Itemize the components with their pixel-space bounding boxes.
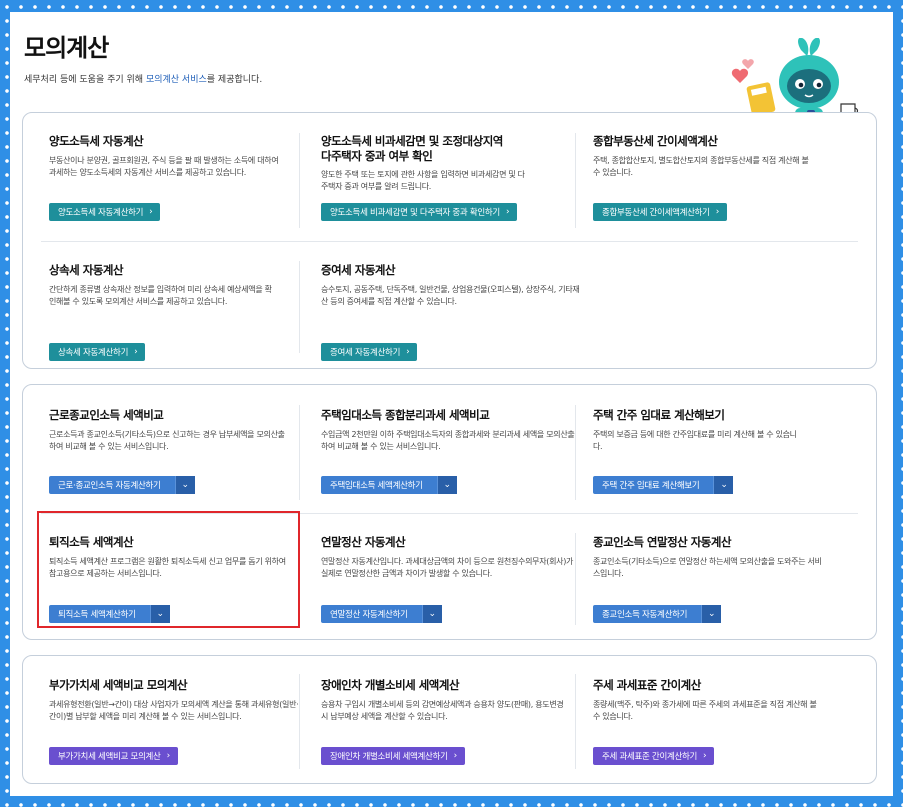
card-title: 주택임대소득 종합분리과세 세액비교 (321, 408, 490, 422)
card-title: 종합부동산세 간이세액계산 (593, 134, 718, 148)
section-property-tax: 양도소득세 자동계산 부동산이나 분양권, 골프회원권, 주식 등을 팔 때 발… (22, 112, 877, 369)
year-end-settlement-calc-button[interactable]: 연말정산 자동계산하기 ⌄ (321, 605, 442, 623)
chevron-right-icon: › (703, 751, 707, 761)
card-description: 과세유형전환(일반→간이) 대상 사업자가 모의세액 계산을 통해 과세유형(일… (49, 700, 299, 721)
card-description: 간단하게 종류별 상속재산 정보를 입력하여 미리 상속세 예상세액을 확인해볼… (49, 285, 272, 306)
chevron-right-icon: › (149, 207, 153, 217)
gift-tax-calc-button[interactable]: 증여세 자동계산하기 › (321, 343, 418, 361)
card-description: 부동산이나 분양권, 골프회원권, 주식 등을 팔 때 발생하는 소득에 대하여… (49, 156, 279, 177)
card-title: 양도소득세 자동계산 (49, 134, 144, 148)
highlight-box (37, 511, 300, 628)
card-capital-gains-tax: 양도소득세 자동계산 부동산이나 분양권, 골프회원권, 주식 등을 팔 때 발… (49, 134, 309, 178)
card-title: 주세 과세표준 간이계산 (593, 678, 701, 692)
card-deemed-rent: 주택 간주 임대료 계산해보기 주택의 보증금 등에 대한 간주임대료를 미리 … (593, 408, 853, 452)
card-housing-rental-income: 주택임대소득 종합분리과세 세액비교 수입금액 2천만원 이하 주택임대소득자의… (321, 408, 581, 452)
chevron-right-icon: › (406, 347, 410, 357)
card-title: 장애인차 개별소비세 세액계산 (321, 678, 460, 692)
deemed-rent-calc-button[interactable]: 주택 간주 임대료 계산해보기 ⌄ (593, 476, 734, 494)
religious-income-calc-button[interactable]: 종교인소득 자동계산하기 ⌄ (593, 605, 722, 623)
chevron-right-icon: › (166, 751, 171, 761)
chevron-down-icon[interactable]: ⌄ (174, 476, 195, 494)
card-inheritance-tax: 상속세 자동계산 간단하게 종류별 상속재산 정보를 입력하여 미리 상속세 예… (49, 263, 309, 307)
page-title: 모의계산 (24, 34, 109, 62)
chevron-right-icon: › (715, 207, 720, 217)
housing-rental-calc-button[interactable]: 주택임대소득 세액계산하기 ⌄ (321, 476, 457, 494)
chevron-down-icon[interactable]: ⌄ (436, 476, 457, 494)
main-panel: 모의계산 세무처리 등에 도움을 주기 위해 모의계산 서비스를 제공합니다. … (10, 12, 893, 796)
card-gift-tax: 증여세 자동계산 승수토지, 공동주택, 단독주택, 일반건물, 상업용건물(오… (321, 263, 581, 307)
vat-comparison-button[interactable]: 부가가치세 세액비교 모의계산 › (49, 747, 178, 765)
chevron-down-icon[interactable]: ⌄ (421, 605, 442, 623)
chevron-right-icon: › (453, 751, 458, 761)
card-description: 종교인소득(기타소득)으로 연말정산 하는세액 모의산출을 도와주는 서비스입니… (593, 557, 822, 578)
chevron-down-icon[interactable]: ⌄ (701, 605, 722, 623)
real-estate-tax-calc-button[interactable]: 종합부동산세 간이세액계산하기 › (593, 203, 727, 221)
card-description: 종량세(맥주, 탁주)와 종가세에 따른 주세의 과세표준을 직접 계산해 볼 … (593, 700, 817, 721)
card-description: 주택의 보증금 등에 대한 간주임대료를 미리 계산해 볼 수 있습니다. (593, 430, 797, 451)
card-title: 종교인소득 연말정산 자동계산 (593, 535, 732, 549)
chevron-right-icon: › (134, 347, 138, 357)
card-comprehensive-real-estate-tax: 종합부동산세 간이세액계산 주택, 종합합산토지, 별도합산토지의 종합부동산세… (593, 134, 853, 178)
card-description: 연말정산 자동계산입니다. 과세대상금액의 차이 등으로 원천징수의무자(회사)… (321, 557, 574, 578)
page-description: 세무처리 등에 도움을 주기 위해 모의계산 서비스를 제공합니다. (24, 75, 263, 85)
card-year-end-settlement: 연말정산 자동계산 연말정산 자동계산입니다. 과세대상금액의 차이 등으로 원… (321, 535, 581, 579)
card-description: 양도한 주택 또는 토지에 관한 사항을 입력하면 비과세감면 및 다주택자 중… (321, 170, 525, 191)
card-title: 근로종교인소득 세액비교 (49, 408, 164, 422)
card-title: 부가가치세 세액비교 모의계산 (49, 678, 188, 692)
earned-religious-calc-button[interactable]: 근로·종교인소득 자동계산하기 ⌄ (49, 476, 195, 494)
card-description: 수입금액 2천만원 이하 주택임대소득자의 종합과세와 분리과세 세액을 모의산… (321, 430, 575, 451)
exemption-check-button[interactable]: 양도소득세 비과세감면 및 다주택자 중과 확인하기 › (321, 203, 518, 221)
card-description: 근로소득과 종교인소득(기타소득)으로 신고하는 경우 납부세액을 모의산출하여… (49, 430, 285, 451)
card-description: 승용차 구입시 개별소비세 등의 감면예상세액과 승용차 양도(판매), 용도변… (321, 700, 564, 721)
chevron-right-icon: › (505, 207, 510, 217)
divider (41, 241, 858, 242)
chevron-down-icon[interactable]: ⌄ (713, 476, 734, 494)
section-consumption-tax: 부가가치세 세액비교 모의계산 과세유형전환(일반→간이) 대상 사업자가 모의… (22, 655, 877, 784)
card-liquor-tax: 주세 과세표준 간이계산 종량세(맥주, 탁주)와 종가세에 따른 주세의 과세… (593, 678, 853, 722)
card-earned-religious-income: 근로종교인소득 세액비교 근로소득과 종교인소득(기타소득)으로 신고하는 경우… (49, 408, 309, 452)
card-title: 양도소득세 비과세감면 및 조정대상지역 다주택자 중과 여부 확인 (321, 134, 503, 163)
card-vat-comparison: 부가가치세 세액비교 모의계산 과세유형전환(일반→간이) 대상 사업자가 모의… (49, 678, 309, 722)
card-religious-year-end: 종교인소득 연말정산 자동계산 종교인소득(기타소득)으로 연말정산 하는세액 … (593, 535, 853, 579)
card-title: 주택 간주 임대료 계산해보기 (593, 408, 725, 422)
card-title: 상속세 자동계산 (49, 263, 124, 277)
card-description: 승수토지, 공동주택, 단독주택, 일반건물, 상업용건물(오피스텔), 상장주… (321, 285, 580, 306)
card-disabled-vehicle-tax: 장애인차 개별소비세 세액계산 승용차 구입시 개별소비세 등의 감면예상세액과… (321, 678, 581, 722)
card-description: 주택, 종합합산토지, 별도합산토지의 종합부동산세를 직접 계산해 볼 수 있… (593, 156, 809, 177)
capital-gains-calc-button[interactable]: 양도소득세 자동계산하기 › (49, 203, 161, 221)
card-title: 연말정산 자동계산 (321, 535, 406, 549)
liquor-tax-calc-button[interactable]: 주세 과세표준 간이계산하기 › (593, 747, 715, 765)
card-capital-gains-exemption: 양도소득세 비과세감면 및 조정대상지역 다주택자 중과 여부 확인 양도한 주… (321, 134, 581, 192)
card-title: 증여세 자동계산 (321, 263, 396, 277)
disabled-vehicle-tax-button[interactable]: 장애인차 개별소비세 세액계산하기 › (321, 747, 465, 765)
inheritance-tax-calc-button[interactable]: 상속세 자동계산하기 › (49, 343, 146, 361)
